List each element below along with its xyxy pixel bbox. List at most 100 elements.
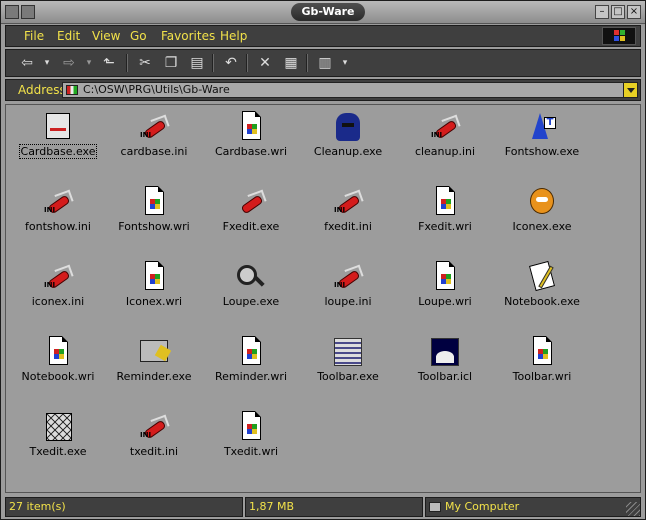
views-dropdown-icon[interactable]: ▾ — [334, 53, 356, 73]
file-item[interactable]: Fontshow.wri — [106, 182, 202, 250]
file-item[interactable]: Fxedit.wri — [397, 182, 493, 250]
file-item[interactable]: Reminder.exe — [106, 332, 202, 400]
magnifier-icon — [235, 261, 267, 293]
delete-icon[interactable]: ✕ — [254, 53, 276, 73]
ini-knife-icon: INI — [332, 186, 364, 218]
file-item[interactable]: Iconex.wri — [106, 257, 202, 325]
window-title: Gb-Ware — [291, 3, 365, 21]
wri-document-icon — [429, 261, 461, 293]
folder-icon — [66, 85, 78, 95]
file-item[interactable]: Fxedit.exe — [203, 182, 299, 250]
file-item[interactable]: Loupe.wri — [397, 257, 493, 325]
file-item[interactable]: Notebook.exe — [494, 257, 590, 325]
knife-icon — [235, 186, 267, 218]
file-item[interactable]: Toolbar.exe — [300, 332, 396, 400]
toolbar-icon — [332, 336, 364, 368]
properties-icon[interactable]: ▦ — [280, 53, 302, 73]
menu-go[interactable]: Go — [130, 29, 147, 43]
explorer-window: Gb-Ware – □ × File Edit View Go Favorite… — [0, 0, 646, 520]
menu-favorites[interactable]: Favorites — [161, 29, 215, 43]
file-name: Txedit.wri — [203, 445, 299, 458]
file-name: iconex.ini — [10, 295, 106, 308]
wri-document-icon — [526, 336, 558, 368]
menu-help[interactable]: Help — [220, 29, 247, 43]
file-item[interactable]: Cleanup.exe — [300, 107, 396, 175]
toolbar-separator — [306, 54, 308, 72]
paste-icon[interactable]: ▤ — [186, 53, 208, 73]
resize-grip[interactable] — [626, 502, 640, 516]
file-name: Iconex.wri — [106, 295, 202, 308]
status-location: My Computer — [425, 497, 641, 517]
views-icon[interactable]: ▥ — [314, 53, 336, 73]
toolbar-separator — [126, 54, 128, 72]
file-item[interactable]: Loupe.exe — [203, 257, 299, 325]
toolbar-separator — [246, 54, 248, 72]
file-item[interactable]: Cardbase.exe — [10, 107, 106, 175]
file-item[interactable]: INI cardbase.ini — [106, 107, 202, 175]
undo-icon[interactable]: ↶ — [220, 53, 242, 73]
file-name: Cleanup.exe — [300, 145, 396, 158]
copy-icon[interactable]: ❐ — [160, 53, 182, 73]
file-item[interactable]: T Fontshow.exe — [494, 107, 590, 175]
file-item[interactable]: INI cleanup.ini — [397, 107, 493, 175]
file-name-text: cardbase.ini — [120, 145, 188, 158]
file-name-text: Loupe.exe — [222, 295, 280, 308]
file-item[interactable]: INI txedit.ini — [106, 407, 202, 475]
window-menu-icon[interactable] — [5, 5, 19, 19]
file-item[interactable]: Iconex.exe — [494, 182, 590, 250]
file-name-text: Notebook.wri — [21, 370, 95, 383]
toolbar-separator — [212, 54, 214, 72]
status-location-text: My Computer — [445, 500, 520, 513]
file-name-text: Fxedit.wri — [418, 220, 472, 233]
forward-arrow-icon[interactable]: ⇨ — [58, 53, 80, 73]
pin-icon[interactable] — [21, 5, 35, 19]
ini-knife-icon: INI — [429, 111, 461, 143]
status-size: 1,87 MB — [245, 497, 423, 517]
file-item[interactable]: INI fxedit.ini — [300, 182, 396, 250]
cut-icon[interactable]: ✂ — [134, 53, 156, 73]
file-name-text: Txedit.wri — [223, 445, 279, 458]
file-item[interactable]: Toolbar.wri — [494, 332, 590, 400]
address-input[interactable]: C:\OSW\PRG\Utils\Gb-Ware — [62, 82, 638, 98]
file-item[interactable]: INI iconex.ini — [10, 257, 106, 325]
minimize-button[interactable]: – — [595, 5, 609, 19]
file-item[interactable]: Reminder.wri — [203, 332, 299, 400]
file-item[interactable]: INI loupe.ini — [300, 257, 396, 325]
file-item[interactable]: Cardbase.wri — [203, 107, 299, 175]
file-name: Reminder.exe — [106, 370, 202, 383]
icon-library-icon — [429, 336, 461, 368]
file-item[interactable]: Txedit.wri — [203, 407, 299, 475]
file-item[interactable]: INI fontshow.ini — [10, 182, 106, 250]
file-name: Notebook.exe — [494, 295, 590, 308]
menu-edit[interactable]: Edit — [57, 29, 80, 43]
maximize-button[interactable]: □ — [611, 5, 625, 19]
menu-view[interactable]: View — [92, 29, 120, 43]
file-view[interactable]: Cardbase.exe INI cardbase.ini Cardbase.wri C… — [5, 104, 641, 493]
cardbase-icon — [42, 111, 74, 143]
back-dropdown-icon[interactable]: ▾ — [36, 53, 58, 73]
file-name: Cardbase.wri — [203, 145, 299, 158]
file-name: fxedit.ini — [300, 220, 396, 233]
computer-icon — [429, 502, 441, 512]
file-name: cleanup.ini — [397, 145, 493, 158]
menu-file[interactable]: File — [24, 29, 44, 43]
forward-dropdown-icon[interactable]: ▾ — [78, 53, 100, 73]
file-name-text: Iconex.wri — [125, 295, 183, 308]
wri-document-icon — [235, 111, 267, 143]
back-arrow-icon[interactable]: ⇦ — [16, 53, 38, 73]
file-name-text: txedit.ini — [129, 445, 179, 458]
file-item[interactable]: Txedit.exe — [10, 407, 106, 475]
up-folder-icon[interactable]: ⬑ — [98, 53, 120, 73]
file-name-text: Loupe.wri — [418, 295, 472, 308]
file-name-text: Toolbar.icl — [417, 370, 473, 383]
close-button[interactable]: × — [627, 5, 641, 19]
file-name-text: fxedit.ini — [324, 220, 372, 233]
file-item[interactable]: Toolbar.icl — [397, 332, 493, 400]
file-name: Toolbar.exe — [300, 370, 396, 383]
file-name: Toolbar.wri — [494, 370, 590, 383]
file-name: Fxedit.exe — [203, 220, 299, 233]
address-dropdown-button[interactable] — [623, 83, 637, 97]
title-bar[interactable]: Gb-Ware – □ × — [1, 1, 645, 24]
file-item[interactable]: Notebook.wri — [10, 332, 106, 400]
file-name: Cardbase.exe — [10, 144, 106, 159]
